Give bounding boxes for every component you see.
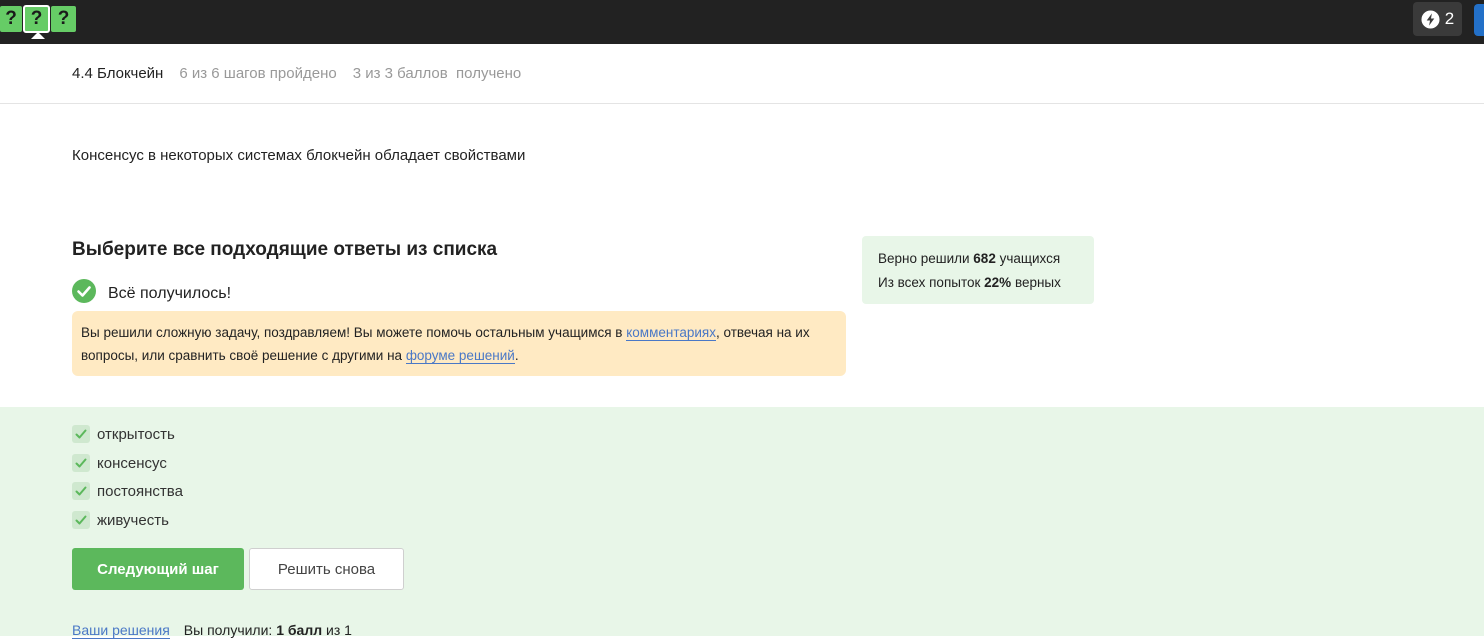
task-heading: Выберите все подходящие ответы из списка [72, 239, 498, 260]
answer-option[interactable]: постоянства [72, 481, 183, 501]
steps-progress: 6 из 6 шагов пройдено [179, 65, 337, 82]
attempts-stat: Из всех попыток 22% верных [878, 271, 1078, 295]
checkbox-checked-icon[interactable] [72, 425, 90, 443]
hint-text-3: . [514, 348, 519, 363]
attempts-prefix: Из всех попыток [878, 275, 985, 290]
answer-option[interactable]: консенсус [72, 453, 167, 473]
notifications-count: 2 [1444, 9, 1455, 28]
step-tile-1[interactable]: ? [0, 6, 22, 32]
step-tiles: ? ? ? [0, 5, 76, 33]
solved-stat: Верно решили 682 учащихся [878, 247, 1078, 271]
hint-text-1: Вы решили сложную задачу, поздравляем! В… [81, 325, 627, 340]
answer-option-label: открытость [97, 425, 175, 443]
profile-button-edge[interactable] [1474, 4, 1484, 36]
result-status: Всё получилось! [72, 279, 231, 308]
lesson-header: 4.4 Блокчейн 6 из 6 шагов пройдено 3 из … [0, 44, 1484, 104]
next-step-button[interactable]: Следующий шаг [72, 548, 244, 590]
step-tile-2[interactable]: ? [23, 5, 50, 33]
solve-again-button[interactable]: Решить снова [249, 548, 404, 590]
step-tile-3[interactable]: ? [51, 6, 76, 32]
answers-area [0, 407, 1484, 636]
lesson-title: 4.4 Блокчейн [72, 65, 164, 82]
stats-box: Верно решили 682 учащихся Из всех попыто… [862, 236, 1094, 304]
answer-option-label: живучесть [97, 511, 169, 529]
answer-option-label: постоянства [97, 482, 183, 500]
solved-suffix: учащихся [995, 251, 1061, 266]
comments-link[interactable]: комментариях [626, 325, 716, 341]
checkbox-checked-icon[interactable] [72, 482, 90, 500]
attempts-suffix: верных [1011, 275, 1061, 290]
solved-prefix: Верно решили [878, 251, 974, 266]
check-circle-icon [72, 279, 96, 308]
points-progress: 3 из 3 баллов получено [352, 65, 522, 82]
lightning-icon [1421, 9, 1440, 29]
active-step-pointer [31, 32, 45, 39]
solved-count: 682 [973, 251, 996, 266]
answer-option-label: консенсус [97, 454, 167, 472]
top-navigation-bar: ? ? ? 2 [0, 0, 1484, 44]
notifications-button[interactable]: 2 [1413, 2, 1462, 36]
answer-option[interactable]: открытость [72, 424, 175, 444]
solutions-forum-link[interactable]: форуме решений [405, 348, 515, 364]
score-text: Вы получили: 1 балл из 1 [184, 622, 352, 639]
checkbox-checked-icon[interactable] [72, 511, 90, 529]
attempts-percent: 22% [984, 275, 1012, 290]
question-text: Консенсус в некоторых системах блокчейн … [72, 147, 526, 164]
your-solutions-link[interactable]: Ваши решения [72, 622, 170, 639]
footer-score-line: Ваши решения Вы получили: 1 балл из 1 [72, 622, 352, 639]
result-text: Всё получилось! [108, 284, 232, 302]
answer-option[interactable]: живучесть [72, 510, 169, 530]
hint-box: Вы решили сложную задачу, поздравляем! В… [72, 311, 846, 376]
checkbox-checked-icon[interactable] [72, 454, 90, 472]
